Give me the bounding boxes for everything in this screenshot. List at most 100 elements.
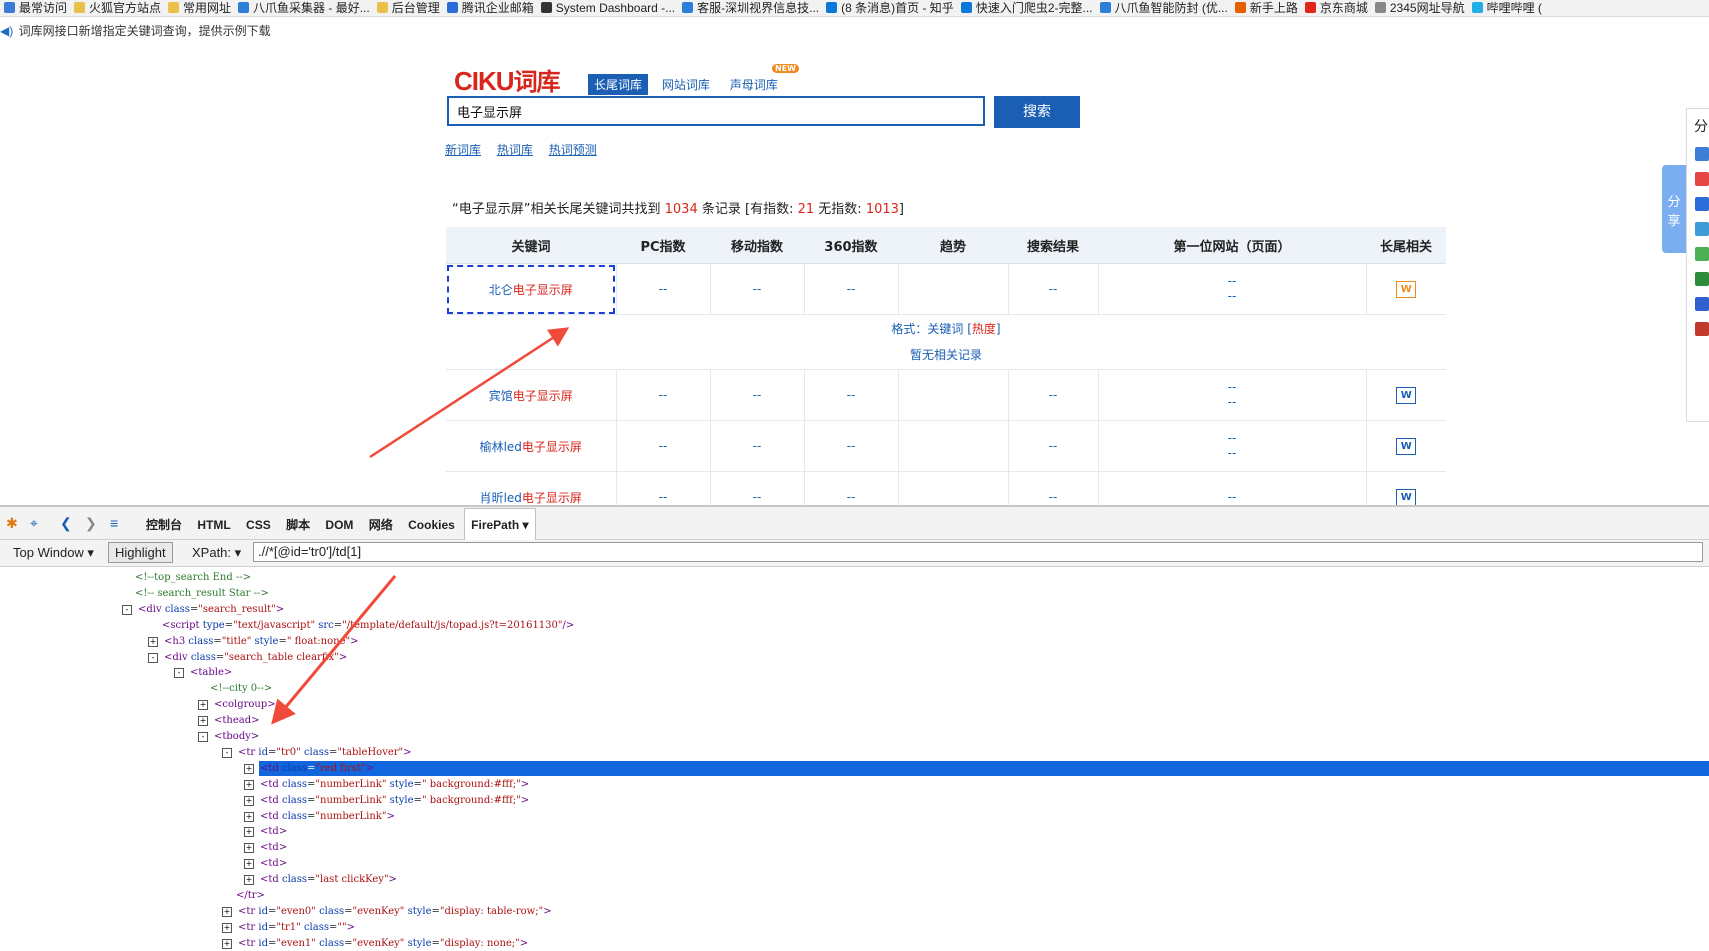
expand-icon[interactable]: + [244,811,254,822]
bookmark-item[interactable]: 客服-深圳视界信息技... [682,0,819,16]
col-keyword[interactable]: 关键词 [446,227,616,264]
dom-node[interactable]: + <tr id="even0" class="evenKey" style="d… [222,904,552,919]
share-tab[interactable]: 分享 [1662,165,1686,253]
table-row[interactable]: 宾馆电子显示屏 -- -- -- -- -- -- W [446,369,1446,421]
netease-share-icon[interactable] [1695,322,1709,336]
bookmark-item[interactable]: 常用网址 [168,0,231,16]
dom-node[interactable]: + <tr id="even1" class="evenKey" style="d… [222,936,528,951]
dom-node[interactable]: - <div class="search_table clearfix"> [148,650,347,665]
qzone-share-icon[interactable] [1695,147,1709,161]
keyword-cell[interactable]: 宾馆电子显示屏 [446,369,617,421]
dom-node[interactable]: - <tbody> [198,729,259,744]
search-button[interactable]: 搜索 [994,96,1080,128]
notice-text[interactable]: 词库网接口新增指定关键词查询，提供示例下载 [19,24,271,38]
dom-node[interactable]: + <h3 class="title" style=" float:none"> [148,634,359,649]
dom-node[interactable]: + <td class="last clickKey"> [244,872,397,887]
tab-html[interactable]: HTML [191,509,236,541]
col-360-index[interactable]: 360指数 [804,227,898,264]
xpath-input[interactable]: .//*[@id='tr0']/td[1] [253,542,1703,562]
bookmark-item[interactable]: System Dashboard -... [540,0,675,16]
expand-icon[interactable]: + [222,906,232,917]
table-row[interactable]: 北仑电子显示屏 -- -- -- -- -- -- W [446,263,1446,315]
link-hot-words[interactable]: 热词库 [497,141,533,158]
tab-network[interactable]: 网络 [363,507,399,542]
tab-initials[interactable]: 声母词库 [724,74,784,95]
expand-icon[interactable]: + [244,843,254,854]
expand-icon[interactable]: + [244,859,254,870]
dom-node[interactable]: + <td class="numberLink" style=" backgrou… [244,777,529,792]
dom-node[interactable]: + <td> [244,840,287,855]
console-toggle-icon[interactable]: ≡ [110,515,118,531]
bookmark-item[interactable]: 京东商城 [1304,0,1368,16]
collapse-icon[interactable]: - [174,668,184,679]
dom-node[interactable]: - <tr id="tr0" class="tableHover"> [222,745,412,760]
expand-icon[interactable]: + [198,700,208,711]
col-mobile-index[interactable]: 移动指数 [710,227,804,264]
expand-icon[interactable]: + [244,779,254,790]
mobile-index-cell[interactable]: -- [710,420,805,472]
search-results-cell[interactable]: -- [1008,369,1099,421]
link-hot-prediction[interactable]: 热词预测 [549,141,597,158]
bookmark-item[interactable]: 八爪鱼采集器 - 最好... [238,0,370,16]
kaixin-share-icon[interactable] [1695,247,1709,261]
dom-node[interactable]: + <td class="numberLink" style=" backgrou… [244,793,529,808]
renren-share-icon[interactable] [1695,197,1709,211]
keyword-cell[interactable]: 北仑电子显示屏 [446,263,617,315]
expand-icon[interactable]: + [198,716,208,727]
dom-node[interactable]: <!-- search_result Star --> [135,586,269,601]
baidu-share-icon[interactable] [1695,297,1709,311]
pc-index-cell[interactable]: -- [616,263,711,315]
word-icon[interactable]: W [1396,386,1417,404]
tab-console[interactable]: 控制台 [140,507,188,542]
bookmark-item[interactable]: 新手上路 [1234,0,1298,16]
dom-node[interactable]: <!--top_search End --> [135,570,251,585]
bookmark-item[interactable]: 后台管理 [376,0,440,16]
ciku-logo[interactable]: CIKU词库 [454,62,561,97]
collapse-icon[interactable]: - [222,747,232,758]
expand-icon[interactable]: + [244,875,254,886]
search-results-cell[interactable]: -- [1008,263,1099,315]
dom-node[interactable]: - <table> [174,665,232,680]
table-row[interactable]: 榆林led电子显示屏 -- -- -- -- -- -- W [446,420,1446,472]
word-icon[interactable]: W [1396,437,1417,455]
word-icon[interactable]: W [1396,488,1417,506]
bookmark-item[interactable]: (8 条消息)首页 - 知乎 [826,0,954,16]
top-window-select[interactable]: Top Window ▾ [13,545,94,561]
mobile-index-cell[interactable]: -- [710,263,805,315]
dom-node[interactable]: + <tr id="tr1" class=""> [222,920,355,935]
expand-icon[interactable]: + [222,938,232,949]
col-pc-index[interactable]: PC指数 [616,227,710,264]
longtail-cell[interactable]: W [1366,263,1446,315]
back-icon[interactable]: ❮ [60,515,72,532]
expand-icon[interactable]: + [244,795,254,806]
bookmark-item[interactable]: 快速入门爬虫2-完整... [960,0,1093,16]
link-new-words[interactable]: 新词库 [445,141,481,158]
word-icon[interactable]: W [1396,280,1417,298]
search-results-cell[interactable]: -- [1008,420,1099,472]
expand-icon[interactable]: + [148,636,158,647]
inspect-icon[interactable]: ⌖ [30,515,38,532]
index-360-cell[interactable]: -- [804,420,899,472]
col-search-results[interactable]: 搜索结果 [1008,227,1098,264]
xpath-select[interactable]: XPath: ▾ [192,545,241,561]
bookmark-item[interactable]: 腾讯企业邮箱 [446,0,534,16]
bookmark-item[interactable]: 哔哩哔哩 ( [1471,0,1542,16]
selected-dom-node[interactable]: + <td class="red first"> [244,761,374,776]
forward-icon[interactable]: ❯ [85,515,97,532]
collapse-icon[interactable]: - [122,604,132,615]
weibo-share-icon[interactable] [1695,172,1709,186]
douban-share-icon[interactable] [1695,272,1709,286]
dom-node[interactable]: + <colgroup> [198,697,276,712]
pc-index-cell[interactable]: -- [616,420,711,472]
bookmark-item[interactable]: 最常访问 [4,0,67,16]
firebug-icon[interactable]: ✱ [6,515,18,532]
collapse-icon[interactable]: - [148,652,158,663]
longtail-cell[interactable]: W [1366,420,1446,472]
tab-css[interactable]: CSS [240,509,277,541]
tab-dom[interactable]: DOM [319,509,359,541]
dom-node[interactable]: + <thead> [198,713,260,728]
dom-node[interactable]: - <div class="search_result"> [122,602,284,617]
dom-node[interactable]: + <td> [244,824,287,839]
bookmark-item[interactable]: 火狐官方站点 [74,0,161,16]
tab-cookies[interactable]: Cookies [402,509,461,541]
